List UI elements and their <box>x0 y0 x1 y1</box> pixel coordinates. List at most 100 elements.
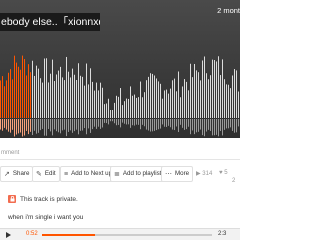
waveform-reflection <box>132 119 133 126</box>
waveform-bar <box>190 63 191 118</box>
waveform-bar <box>18 66 19 118</box>
waveform-bar <box>234 69 235 118</box>
waveform-bar <box>22 55 23 118</box>
waveform-reflection <box>174 119 175 131</box>
likes-count: ♥ 5 <box>219 170 228 176</box>
waveform-reflection <box>136 119 137 125</box>
waveform-reflection <box>14 119 15 137</box>
waveform-reflection <box>168 119 169 126</box>
waveform-bar <box>130 86 131 118</box>
waveform-reflection <box>22 119 23 137</box>
waveform-reflection <box>144 119 145 127</box>
waveform-reflection <box>150 119 151 132</box>
track-description: when i'm single i want you <box>8 214 84 221</box>
waveform-bar <box>58 70 59 118</box>
waveform-bar <box>176 91 177 118</box>
waveform-bar <box>80 75 81 118</box>
waveform-reflection <box>56 119 57 132</box>
waveform-bar <box>44 58 45 118</box>
waveform-reflection <box>170 119 171 128</box>
waveform-reflection <box>30 119 31 132</box>
waveform-bar <box>2 76 3 118</box>
waveform-bar <box>74 74 75 118</box>
waveform-bar <box>84 85 85 118</box>
waveform-reflection <box>210 119 211 131</box>
edit-button[interactable]: ✎ Edit <box>32 166 60 182</box>
waveform-reflection <box>12 119 13 130</box>
waveform-reflection <box>76 119 77 130</box>
share-button[interactable]: ↗ Share <box>0 166 34 182</box>
waveform-bar <box>78 63 79 118</box>
waveform-bar <box>214 60 215 118</box>
waveform-bar <box>60 66 61 118</box>
waveform-reflection <box>66 119 67 137</box>
waveform-reflection <box>138 119 139 125</box>
add-playlist-button[interactable]: ≣ Add to playlist <box>110 166 166 182</box>
reposts-count: 2 <box>232 178 235 184</box>
waveform-reflection <box>122 119 123 123</box>
waveform-reflection <box>226 119 227 129</box>
waveform-bar <box>112 110 113 118</box>
waveform-bar <box>194 63 195 118</box>
waveform-bar <box>108 98 109 118</box>
waveform-bar <box>204 56 205 118</box>
waveform-reflection <box>128 119 129 125</box>
waveform-bar <box>36 65 37 118</box>
waveform-reflection <box>94 119 95 127</box>
waveform-bar <box>106 103 107 118</box>
waveform-bar <box>82 76 83 118</box>
waveform-reflection <box>28 119 29 135</box>
waveform-bar <box>144 92 145 118</box>
waveform-reflection <box>86 119 87 135</box>
progress-bar[interactable] <box>42 234 212 236</box>
waveform-reflection <box>38 119 39 133</box>
comment-input[interactable] <box>0 146 232 159</box>
waveform-bar <box>110 110 111 118</box>
waveform-reflection <box>208 119 209 130</box>
waveform-bar <box>170 88 171 118</box>
waveform-reflection <box>148 119 149 131</box>
waveform-bar <box>68 71 69 118</box>
waveform-reflection <box>82 119 83 131</box>
waveform-bar <box>126 98 127 118</box>
waveform-bar <box>86 63 87 118</box>
likes-value: 5 <box>224 170 228 176</box>
comment-bar <box>0 146 240 160</box>
waveform-reflection <box>220 119 221 132</box>
waveform-bar <box>20 69 21 118</box>
waveform-bar <box>28 64 29 118</box>
waveform-reflection <box>90 119 91 133</box>
waveform-reflection <box>154 119 155 131</box>
play-icon[interactable] <box>6 232 11 238</box>
lock-icon <box>8 195 16 203</box>
waveform-reflection <box>204 119 205 137</box>
waveform-bar <box>8 72 9 118</box>
waveform-bar <box>230 88 231 118</box>
waveform-bar <box>210 75 211 118</box>
waveform-reflection <box>164 119 165 127</box>
waveform-reflection <box>182 119 183 128</box>
waveform-reflection <box>202 119 203 136</box>
time-total: 2:3 <box>218 231 227 237</box>
waveform-bar <box>138 97 139 118</box>
track-title[interactable]: ebody else..「xionnxd」 <box>0 13 100 31</box>
add-playlist-label: Add to playlist <box>122 170 162 177</box>
waveform-reflection <box>16 119 17 135</box>
waveform-reflection <box>80 119 81 131</box>
waveform-bar <box>96 82 97 118</box>
waveform-bar <box>72 68 73 118</box>
waveform-reflection <box>96 119 97 129</box>
add-next-icon: ≡ <box>64 170 69 178</box>
waveform-reflection <box>88 119 89 129</box>
add-next-button[interactable]: ≡ Add to Next up <box>60 166 117 182</box>
waveform-bar <box>184 79 185 118</box>
action-bar: ↗ Share ✎ Edit ≡ Add to Next up ≣ Add to… <box>0 166 240 184</box>
waveform-reflection <box>46 119 47 136</box>
waveform-reflection <box>158 119 159 130</box>
waveform-bar <box>46 58 47 118</box>
more-icon: ⋯ <box>165 170 172 178</box>
waveform-reflection <box>20 119 21 133</box>
more-button[interactable]: ⋯ More <box>161 166 194 182</box>
waveform-reflection <box>110 119 111 122</box>
waveform-reflection <box>130 119 131 128</box>
